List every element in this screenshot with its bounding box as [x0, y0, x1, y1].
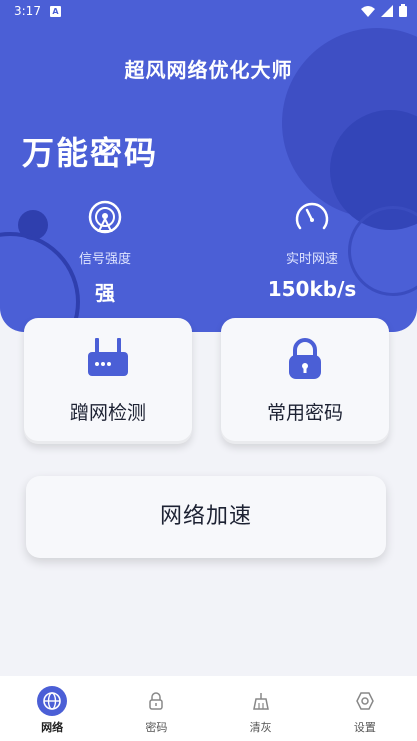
status-icons — [361, 4, 407, 17]
nav-item-settings[interactable]: 设置 — [313, 676, 417, 741]
card-label: 蹭网检测 — [69, 402, 146, 424]
lock-icon — [141, 686, 171, 716]
stat-label: 信号强度 — [78, 252, 131, 267]
nav-label: 清灰 — [249, 721, 272, 734]
signal-icon — [86, 200, 124, 238]
notification-icon: A — [50, 6, 61, 17]
network-boost-button[interactable]: 网络加速 — [26, 476, 386, 558]
common-passwords-card[interactable]: 常用密码 — [221, 318, 389, 444]
card-label: 常用密码 — [266, 402, 343, 424]
nav-item-clean[interactable]: 清灰 — [209, 676, 313, 741]
bottom-nav: 网络 密码 清灰 设置 — [0, 676, 417, 741]
router-icon — [24, 336, 192, 384]
broom-icon — [246, 686, 276, 716]
network-speed-stat: 实时网速 150kb/s — [232, 200, 392, 301]
cell-signal-icon — [381, 4, 393, 17]
nav-label: 密码 — [145, 721, 168, 734]
wifi-icon — [361, 5, 375, 17]
globe-icon — [37, 686, 68, 716]
stat-value: 150kb/s — [267, 277, 357, 301]
app-title: 超风网络优化大师 — [124, 58, 293, 82]
status-bar: 3:17 A — [0, 0, 417, 24]
page-headline: 万能密码 — [22, 134, 159, 172]
stat-label: 实时网速 — [285, 252, 338, 267]
lock-icon — [221, 336, 389, 384]
status-time: 3:17 — [14, 4, 41, 18]
stat-value: 强 — [95, 281, 115, 305]
speedometer-icon — [293, 200, 331, 238]
signal-strength-stat: 信号强度 强 — [25, 200, 185, 306]
nav-label: 设置 — [353, 721, 376, 734]
nav-item-network[interactable]: 网络 — [0, 676, 104, 741]
wifi-intrusion-check-card[interactable]: 蹭网检测 — [24, 318, 192, 444]
nav-item-password[interactable]: 密码 — [104, 676, 208, 741]
header-banner: 超风网络优化大师 万能密码 信号强度 强 实时网速 150kb/s — [0, 0, 417, 332]
nav-label: 网络 — [41, 721, 64, 734]
battery-icon — [399, 4, 407, 17]
gear-icon — [350, 686, 380, 716]
